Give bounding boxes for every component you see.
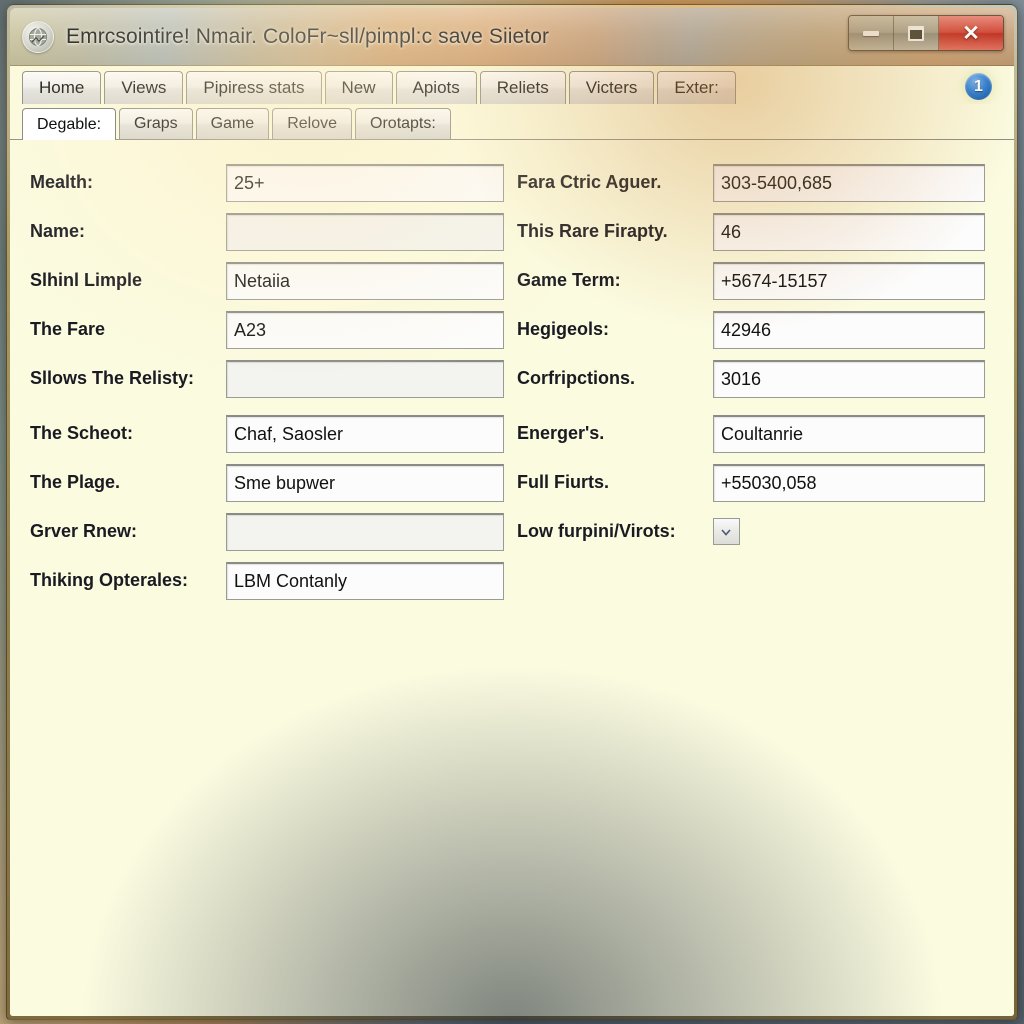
- minimize-icon: [863, 30, 879, 36]
- text-input[interactable]: Sme bupwer: [226, 463, 504, 502]
- field-label: The Plage.: [30, 472, 121, 492]
- ribbon-tab-label: Views: [121, 78, 167, 97]
- text-input[interactable]: Coultanrie: [712, 414, 985, 453]
- form-row: Corfripctions. 3016: [517, 354, 994, 403]
- close-button[interactable]: ✕: [939, 16, 1003, 50]
- ribbon-tab[interactable]: Reliets: [479, 71, 566, 104]
- text-input[interactable]: 25+: [226, 163, 504, 202]
- ribbon-tab-label: Apiots: [412, 78, 460, 97]
- ribbon-tab-label: Reliets: [496, 78, 549, 97]
- ribbon-tab[interactable]: Home: [22, 71, 102, 104]
- sub-tab[interactable]: Degable:: [22, 108, 117, 140]
- field-label: Hegigeols:: [516, 319, 609, 339]
- text-input[interactable]: Chaf, Saosler: [226, 414, 504, 453]
- field-label: Fara Ctric Aguer.: [516, 172, 662, 192]
- window-controls: ✕: [848, 15, 1004, 51]
- field-label: Mealth:: [30, 172, 93, 192]
- sub-tab-filler: [454, 138, 1014, 139]
- client-area: Home Views Pipiress stats New Apiots Reliets V…: [10, 66, 1014, 1016]
- form-row: The Plage. Sme bupwer: [30, 458, 517, 507]
- ribbon-tab-label: Home: [39, 78, 85, 97]
- form-row: The Scheot: Chaf, Saosler: [30, 409, 517, 458]
- dropdown-select[interactable]: [712, 518, 740, 545]
- field-label: The Fare: [30, 319, 106, 339]
- form-row: Name:: [30, 207, 517, 256]
- text-input[interactable]: A23: [226, 310, 504, 349]
- field-label: This Rare Firapty.: [516, 221, 668, 241]
- text-input[interactable]: [226, 212, 504, 251]
- form-row: Mealth: 25+: [30, 158, 517, 207]
- sub-tab[interactable]: Graps: [119, 108, 193, 139]
- form-row: Hegigeols: 42946: [517, 305, 994, 354]
- form-row: Slhinl Limple Netaiia: [30, 256, 517, 305]
- chevron-down-icon: [721, 528, 732, 536]
- text-input[interactable]: [226, 512, 504, 551]
- ribbon-tab-label: Exter:: [674, 78, 719, 97]
- ribbon-tab[interactable]: Apiots: [395, 71, 477, 104]
- app-globe-icon: [22, 20, 54, 53]
- ribbon-tab[interactable]: Victers: [568, 71, 655, 104]
- minimize-button[interactable]: [849, 16, 894, 50]
- text-input[interactable]: Netaiia: [226, 261, 504, 300]
- form-column-right: Fara Ctric Aguer. 303-5400,685 This Rare F…: [517, 158, 994, 556]
- field-label: Game Term:: [516, 270, 621, 290]
- form-column-left: Mealth: 25+ Name: Slhinl Limple Netaiia The F…: [30, 158, 517, 605]
- text-input[interactable]: 42946: [712, 310, 985, 349]
- sub-tab-label: Graps: [134, 115, 178, 132]
- form-row: Sllows The Relisty:: [30, 354, 517, 403]
- field-label: Low furpini/Virots:: [516, 521, 676, 541]
- sub-tab-label: Degable:: [37, 115, 102, 133]
- ribbon-tab[interactable]: Exter:: [657, 71, 736, 104]
- sub-tab[interactable]: Relove: [272, 108, 353, 139]
- sub-tab-label: Game: [210, 115, 255, 132]
- form-row: Grver Rnew:: [30, 507, 517, 556]
- sub-tab[interactable]: Orotapts:: [355, 108, 451, 139]
- text-input[interactable]: [226, 359, 504, 398]
- desktop-backdrop: Emrcsointire! Nmair. ColoFr~sll/pimpl:c …: [0, 0, 1024, 1024]
- ribbon-tab-label: New: [341, 78, 376, 97]
- ribbon-tab-strip: Home Views Pipiress stats New Apiots Reliets V…: [10, 66, 1014, 104]
- form-row: Game Term: +5674-15157: [517, 256, 994, 305]
- maximize-button[interactable]: [894, 16, 939, 50]
- text-input[interactable]: 46: [712, 212, 985, 251]
- field-label: Full Fiurts.: [516, 472, 609, 492]
- form-row: Thiking Opterales: LBM Contanly: [30, 556, 517, 605]
- text-input[interactable]: +55030,058: [712, 463, 985, 502]
- form-row: Energer's. Coultanrie: [517, 409, 994, 458]
- sub-tab-label: Orotapts:: [370, 115, 436, 132]
- form-row: The Fare A23: [30, 305, 517, 354]
- sub-tab-strip: Degable: Graps Game Relove Orotapts:: [10, 104, 1014, 140]
- form-row: Full Fiurts. +55030,058: [517, 458, 994, 507]
- sub-tab[interactable]: Game: [195, 108, 270, 139]
- field-label: The Scheot:: [30, 423, 134, 443]
- field-label: Slhinl Limple: [30, 270, 143, 290]
- field-label: Grver Rnew:: [30, 521, 138, 541]
- window-title: Emrcsointire! Nmair. ColoFr~sll/pimpl:c …: [66, 24, 550, 48]
- field-label: Thiking Opterales:: [30, 570, 189, 590]
- text-input[interactable]: +5674-15157: [712, 261, 985, 300]
- close-icon: ✕: [962, 21, 980, 45]
- ribbon-tab[interactable]: Pipiress stats: [186, 71, 322, 104]
- application-window: Emrcsointire! Nmair. ColoFr~sll/pimpl:c …: [6, 4, 1018, 1020]
- field-label: Energer's.: [516, 423, 605, 443]
- ribbon-tab[interactable]: New: [324, 71, 393, 104]
- form-panel: Mealth: 25+ Name: Slhinl Limple Netaiia The F…: [10, 140, 1014, 1016]
- notification-badge-wrapper: 1: [965, 73, 992, 100]
- form-row: This Rare Firapty. 46: [517, 207, 994, 256]
- text-input[interactable]: 303-5400,685: [712, 163, 985, 202]
- field-label: Corfripctions.: [516, 368, 635, 388]
- field-label: Name:: [30, 221, 86, 241]
- ribbon-tab[interactable]: Views: [104, 71, 184, 104]
- form-row: Low furpini/Virots:: [517, 507, 994, 556]
- maximize-icon: [908, 25, 924, 41]
- sub-tab-label: Relove: [287, 115, 338, 132]
- notification-badge[interactable]: 1: [965, 73, 992, 100]
- ribbon-tab-label: Victers: [585, 78, 638, 97]
- ribbon-tab-label: Pipiress stats: [203, 78, 305, 97]
- field-label: Sllows The Relisty:: [30, 368, 195, 388]
- text-input[interactable]: 3016: [712, 359, 985, 398]
- title-bar: Emrcsointire! Nmair. ColoFr~sll/pimpl:c …: [10, 8, 1014, 66]
- text-input[interactable]: LBM Contanly: [226, 561, 504, 600]
- form-row: Fara Ctric Aguer. 303-5400,685: [517, 158, 994, 207]
